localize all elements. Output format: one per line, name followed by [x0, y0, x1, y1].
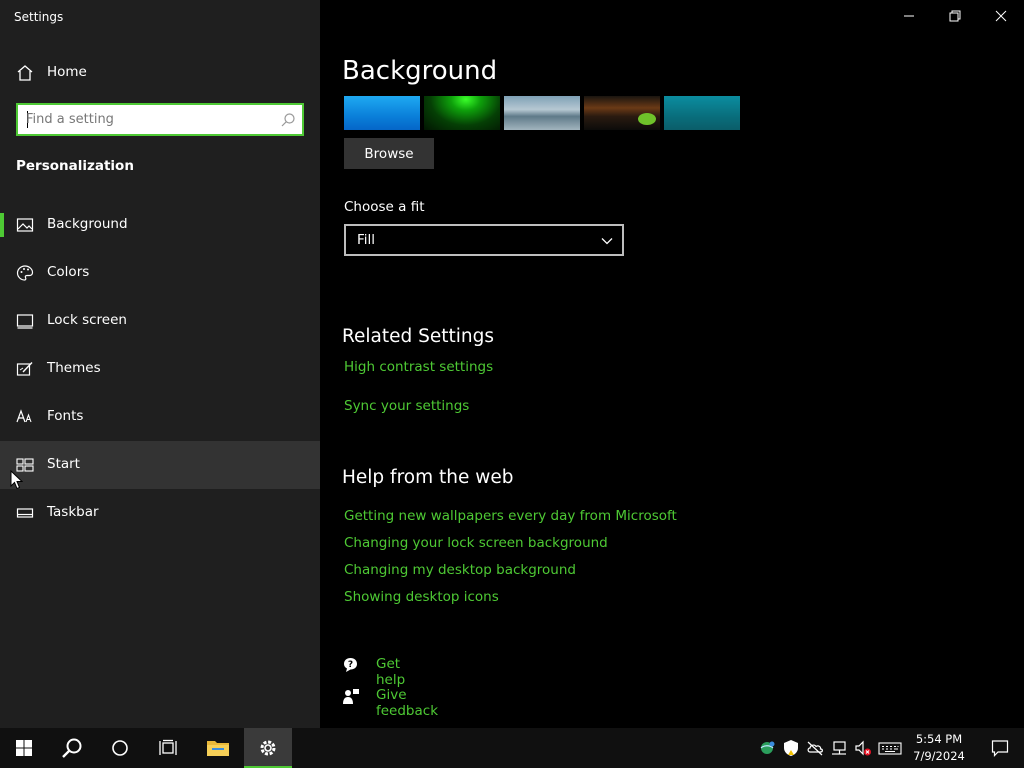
cortana-button[interactable]: [96, 728, 144, 768]
sidebar-item-taskbar[interactable]: Taskbar: [0, 489, 320, 537]
choose-fit-value: Fill: [357, 232, 376, 248]
sidebar-item-themes[interactable]: Themes: [0, 345, 320, 393]
give-feedback-link[interactable]: Give feedback: [376, 687, 438, 719]
sync-settings-link[interactable]: Sync your settings: [344, 398, 469, 414]
sidebar-item-start[interactable]: Start: [0, 441, 320, 489]
onedrive-offline-icon[interactable]: [806, 739, 824, 757]
svg-text:?: ?: [348, 660, 353, 670]
help-from-web-heading: Help from the web: [342, 467, 514, 488]
gear-icon: [260, 740, 276, 756]
sidebar-item-label: Colors: [47, 264, 90, 280]
security-shield-icon[interactable]: [782, 739, 800, 757]
feedback-icon: [343, 689, 359, 704]
sidebar-item-label: Themes: [47, 360, 101, 376]
related-settings-heading: Related Settings: [342, 326, 495, 347]
get-help-link[interactable]: Get help: [376, 656, 405, 688]
clock-date: 7/9/2024: [913, 749, 965, 763]
wallpaper-thumbnail[interactable]: [584, 96, 660, 130]
sidebar-item-label: Start: [47, 456, 80, 472]
palette-icon: [16, 265, 34, 281]
network-icon[interactable]: [830, 739, 848, 757]
recent-images: [344, 96, 740, 130]
settings-taskbar-button[interactable]: [244, 728, 292, 768]
mouse-cursor-icon: [10, 470, 24, 490]
picture-icon: [16, 218, 34, 232]
sidebar-item-fonts[interactable]: Fonts: [0, 393, 320, 441]
close-icon: [995, 10, 1007, 22]
sidebar-item-background[interactable]: Background: [0, 201, 320, 249]
help-link-desktop-background[interactable]: Changing my desktop background: [344, 562, 576, 578]
start-button[interactable]: [0, 728, 48, 768]
task-view-button[interactable]: [144, 728, 192, 768]
home-icon: [17, 65, 33, 81]
folder-icon: [207, 741, 229, 756]
restore-button[interactable]: [932, 0, 978, 32]
file-explorer-button[interactable]: [194, 728, 242, 768]
sidebar-item-label: Background: [47, 216, 128, 232]
search-icon[interactable]: [280, 112, 296, 128]
wallpaper-thumbnail[interactable]: [344, 96, 420, 130]
sidebar-item-label: Fonts: [47, 408, 84, 424]
chevron-down-icon: [601, 238, 613, 245]
notification-icon: [991, 740, 1009, 757]
wallpaper-thumbnail[interactable]: [504, 96, 580, 130]
search-box[interactable]: [16, 103, 304, 136]
action-center-button[interactable]: [980, 728, 1020, 768]
taskbar: 5:54 PM 7/9/2024: [0, 728, 1024, 768]
task-view-icon: [159, 739, 177, 755]
network-earth-icon[interactable]: [758, 739, 776, 757]
page-title: Background: [342, 56, 498, 86]
restore-icon: [949, 10, 961, 22]
help-link-wallpapers[interactable]: Getting new wallpapers every day from Mi…: [344, 508, 677, 524]
sidebar-item-colors[interactable]: Colors: [0, 249, 320, 297]
window-controls: [886, 0, 1024, 32]
high-contrast-settings-link[interactable]: High contrast settings: [344, 359, 493, 375]
sidebar-item-label: Taskbar: [47, 504, 99, 520]
cortana-icon: [112, 740, 128, 756]
search-input[interactable]: [26, 110, 276, 129]
search-icon: [62, 738, 82, 758]
search-button[interactable]: [48, 728, 96, 768]
section-heading: Personalization: [16, 158, 134, 174]
taskbar-icon: [16, 508, 34, 518]
get-help-icon: ?: [344, 658, 357, 672]
choose-fit-dropdown[interactable]: Fill: [344, 224, 624, 256]
themes-icon: [16, 362, 33, 376]
help-link-lock-screen[interactable]: Changing your lock screen background: [344, 535, 608, 551]
wallpaper-thumbnail[interactable]: [664, 96, 740, 130]
clock-time: 5:54 PM: [915, 732, 963, 746]
sidebar-item-label: Lock screen: [47, 312, 127, 328]
keyboard-icon[interactable]: [878, 739, 902, 757]
sidebar-item-lock-screen[interactable]: Lock screen: [0, 297, 320, 345]
wallpaper-thumbnail[interactable]: [424, 96, 500, 130]
app-title: Settings: [14, 10, 64, 24]
minimize-button[interactable]: [886, 0, 932, 32]
windows-logo-icon: [16, 740, 32, 756]
sidebar: Settings Home Personalization Background…: [0, 0, 320, 728]
choose-fit-label: Choose a fit: [344, 199, 425, 215]
browse-button[interactable]: Browse: [344, 138, 434, 169]
minimize-icon: [904, 15, 914, 17]
help-link-desktop-icons[interactable]: Showing desktop icons: [344, 589, 499, 605]
close-button[interactable]: [978, 0, 1024, 32]
lock-screen-icon: [16, 314, 34, 329]
volume-muted-icon[interactable]: [854, 739, 872, 757]
home-label: Home: [47, 64, 87, 80]
home-button[interactable]: Home: [0, 56, 320, 90]
taskbar-clock[interactable]: 5:54 PM 7/9/2024: [908, 731, 970, 765]
fonts-icon: [16, 409, 32, 423]
